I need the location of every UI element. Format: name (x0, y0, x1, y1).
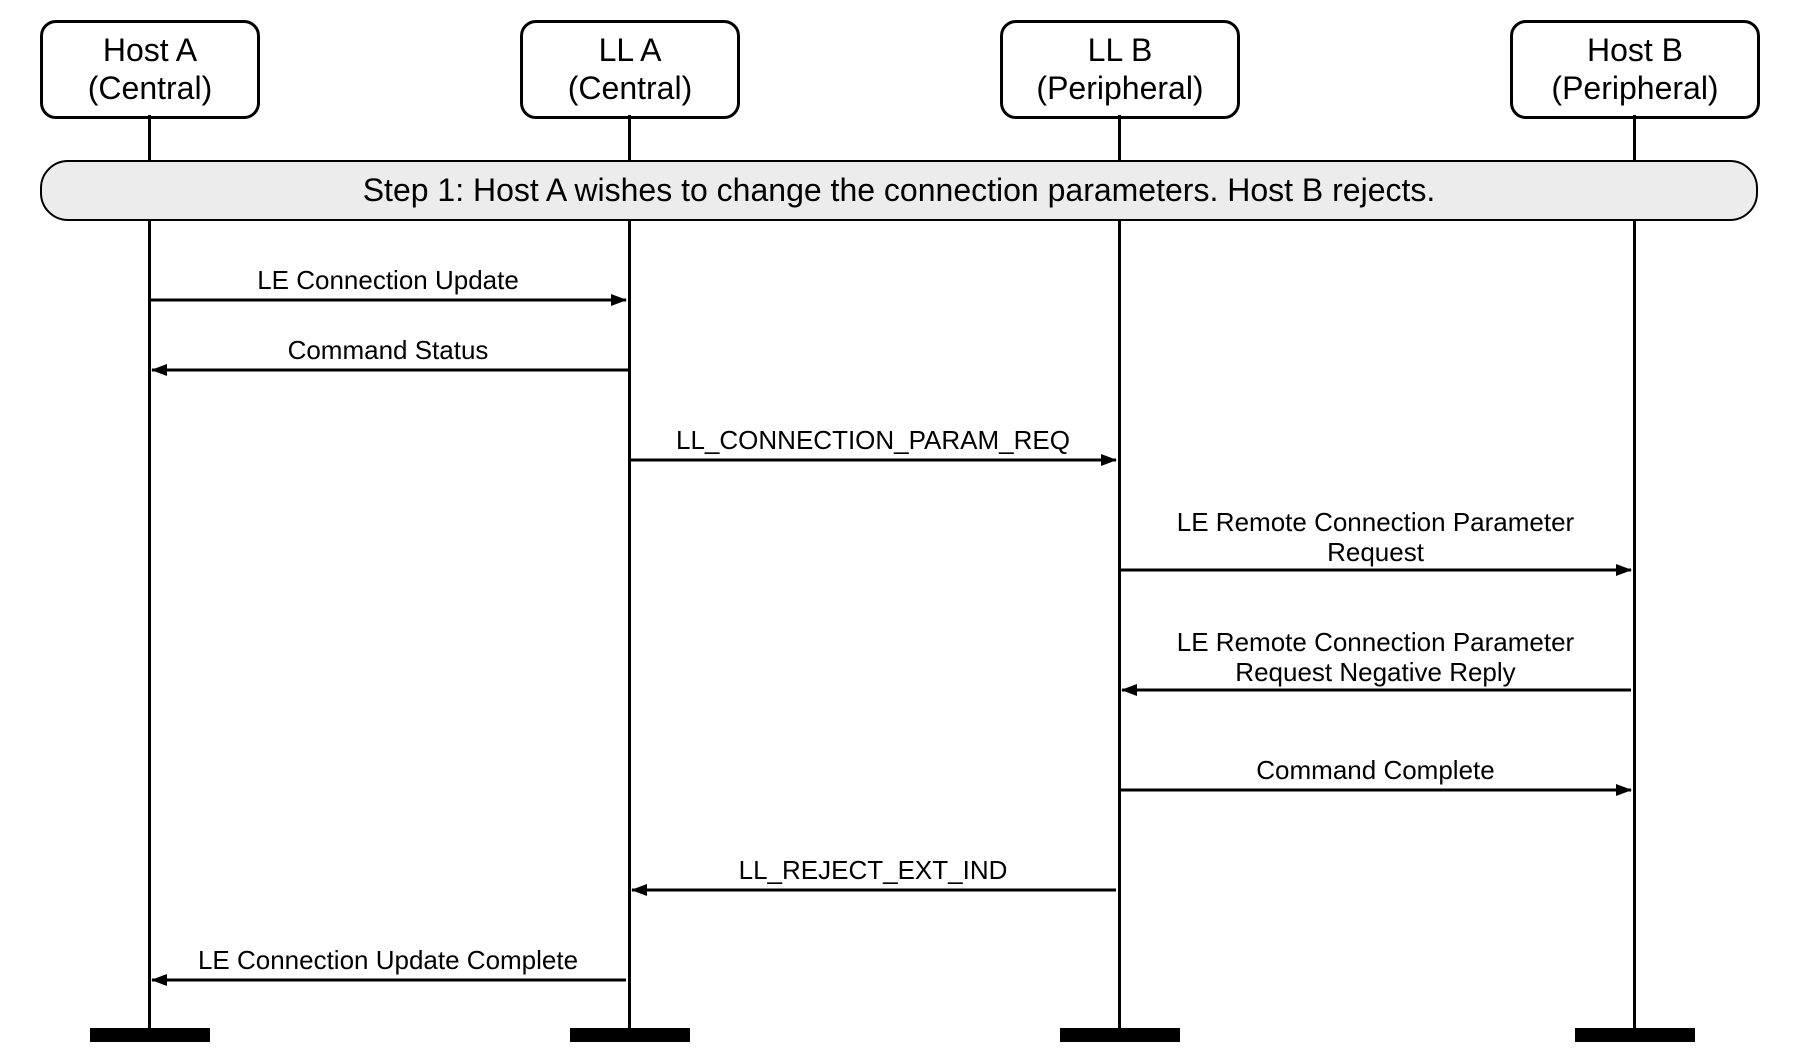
lifeline-endcap (90, 1028, 210, 1042)
sequence-diagram: Host A (Central) LL A (Central) LL B (Pe… (20, 20, 1778, 1042)
message-label: LE Connection Update Complete (150, 946, 626, 976)
message-label: LL_REJECT_EXT_IND (630, 856, 1116, 886)
lifeline-endcap (1060, 1028, 1180, 1042)
message-label: LE Remote Connection Parameter Request N… (1120, 628, 1631, 688)
lifeline-endcap (570, 1028, 690, 1042)
lifeline-endcap (1575, 1028, 1695, 1042)
message-label: LE Connection Update (150, 266, 626, 296)
message-label: LE Remote Connection Parameter Request (1120, 508, 1631, 568)
message-label: LL_CONNECTION_PARAM_REQ (630, 426, 1116, 456)
message-label: Command Complete (1120, 756, 1631, 786)
message-label: Command Status (150, 336, 626, 366)
